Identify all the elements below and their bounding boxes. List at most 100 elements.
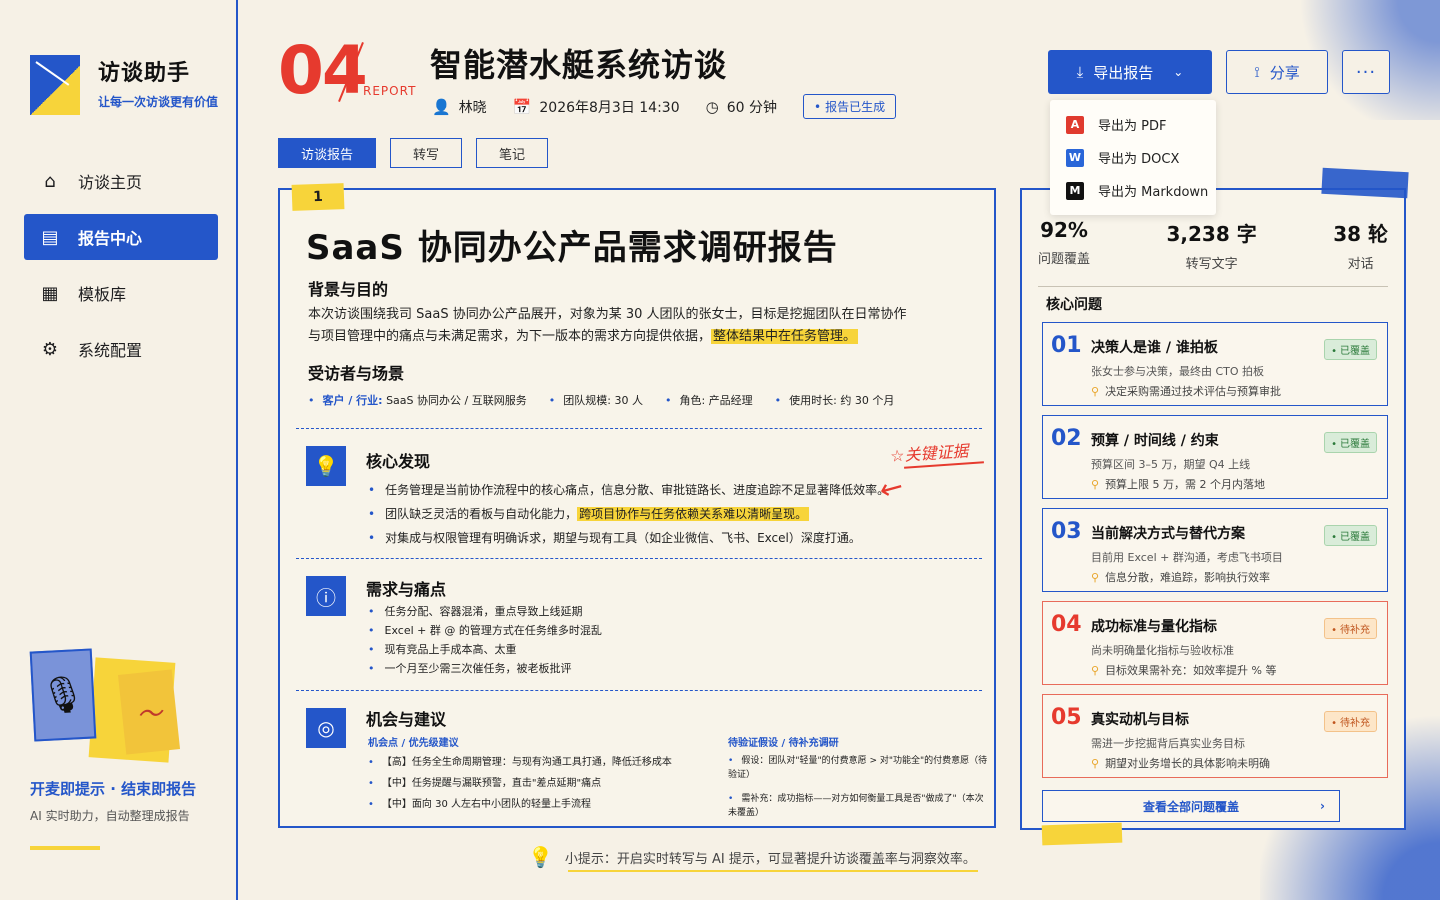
- scene-key: 团队规模:: [563, 394, 611, 407]
- interviewer-name: 林晓: [458, 99, 487, 116]
- question-card[interactable]: 05 真实动机与目标 需进一步挖掘背后真实业务目标 ⚲ 期望对业务增长的具体影响未…: [1042, 694, 1388, 778]
- docx-icon: W: [1066, 148, 1084, 167]
- sidebar-item-label: 报告中心: [78, 229, 143, 248]
- list-item: 现有竞品上手成本高、太重: [368, 640, 602, 659]
- alert-icon: ⓘ: [306, 576, 346, 616]
- export-label: 导出报告: [1093, 63, 1154, 82]
- scene-value: 30 人: [614, 394, 643, 407]
- opportunities-left-label: 机会点 / 优先级建议: [368, 738, 459, 749]
- microphone-icon: 🎙: [29, 648, 97, 742]
- tape-decoration: [1321, 167, 1409, 199]
- export-markdown-item[interactable]: M 导出为 Markdown: [1050, 174, 1216, 207]
- status-badge: 待补充: [1324, 711, 1377, 732]
- stat-value: 38 轮: [1333, 222, 1388, 246]
- question-evidence: ⚲ 预算上限 5 万，需 2 个月内落地: [1091, 476, 1265, 492]
- list-item-text: 团队缺乏灵活的看板与自动化能力，: [385, 507, 578, 521]
- app-name: 访谈助手: [98, 61, 191, 86]
- question-number: 02: [1051, 426, 1082, 451]
- export-pdf-item[interactable]: A 导出为 PDF: [1050, 108, 1216, 141]
- stats-row: 92% 问题覆盖 3,238 字 转写文字 38 轮 对话: [1038, 218, 1388, 287]
- question-card[interactable]: 01 决策人是谁 / 谁拍板 张女士参与决策，最终由 CTO 拍板 ⚲ 决定采购需…: [1042, 322, 1388, 406]
- more-options-button[interactable]: ···: [1342, 50, 1390, 94]
- sidebar-item-templates[interactable]: ▦ 模板库: [24, 270, 218, 316]
- lightbulb-icon: 💡: [528, 845, 553, 869]
- calendar-icon: 📅: [512, 97, 532, 116]
- scene-key: 角色:: [679, 394, 706, 407]
- share-button[interactable]: ⟟ 分享: [1226, 50, 1328, 94]
- tab-notes[interactable]: 笔记: [476, 138, 549, 168]
- interview-duration: ◷ 60 分钟: [706, 97, 777, 117]
- scene-value: SaaS 协同办公 / 互联网服务: [386, 394, 527, 407]
- tip-underline: [568, 870, 978, 872]
- background-text-line2: 与项目管理中的痛点与未满足需求，为下一版本的需求方向提供依据，: [308, 329, 712, 344]
- question-card[interactable]: 02 预算 / 时间线 / 约束 预算区间 3–5 万，期望 Q4 上线 ⚲ 预算…: [1042, 415, 1388, 499]
- stat-turns: 38 轮 对话: [1333, 218, 1388, 272]
- section-divider: [296, 558, 982, 559]
- menu-item-label: 导出为 DOCX: [1098, 152, 1180, 167]
- app-logo[interactable]: 访谈助手 让每一次访谈更有价值: [30, 55, 218, 115]
- needs-heading: 需求与痛点: [366, 580, 447, 599]
- status-badge: 已覆盖: [1324, 525, 1377, 546]
- stat-label: 对话: [1347, 257, 1374, 272]
- opportunities-list: 【高】任务全生命周期管理：与现有沟通工具打通，降低迁移成本 【中】任务提醒与漏联…: [368, 752, 672, 815]
- list-item: 一个月至少需三次催任务，被老板批评: [368, 659, 602, 678]
- core-questions-heading: 核心问题: [1046, 297, 1102, 313]
- tab-transcript[interactable]: 转写: [390, 138, 463, 168]
- scene-value: 约 30 个月: [840, 394, 895, 407]
- home-icon: ⌂: [44, 170, 56, 192]
- question-desc: 尚未明确量化指标与验收标准: [1091, 644, 1234, 657]
- list-item: Excel + 群 @ 的管理方式在任务维多时混乱: [368, 621, 602, 640]
- question-number: 05: [1051, 705, 1082, 730]
- export-docx-item[interactable]: W 导出为 DOCX: [1050, 141, 1216, 174]
- sidebar-item-settings[interactable]: ⚙ 系统配置: [24, 326, 218, 372]
- question-number: 04: [1051, 612, 1082, 637]
- pin-icon: ⚲: [1091, 478, 1100, 491]
- sidebar-item-label: 系统配置: [78, 341, 143, 360]
- scene-key: 客户 / 行业:: [322, 394, 383, 407]
- list-item: 任务分配、容器混淆，重点导致上线延期: [368, 602, 602, 621]
- sidebar-item-reports[interactable]: ▤ 报告中心: [24, 214, 218, 260]
- question-evidence: ⚲ 决定采购需通过技术评估与预算审批: [1091, 383, 1281, 399]
- question-desc: 需进一步挖掘背后真实业务目标: [1091, 737, 1245, 750]
- export-report-button[interactable]: ⤓ 导出报告 ⌄: [1048, 50, 1212, 94]
- question-title: 真实动机与目标: [1091, 712, 1189, 728]
- background-text: 本次访谈围绕我司 SaaS 协同办公产品展开，对象为某 30 人团队的张女士，目…: [308, 304, 948, 348]
- status-badge: 报告已生成: [802, 94, 897, 119]
- sidebar: 访谈助手 让每一次访谈更有价值 ⌂ 访谈主页 ▤ 报告中心 ▦ 模板库 ⚙ 系统…: [0, 0, 238, 900]
- promo-title: 开麦即提示 · 结束即报告: [30, 780, 197, 798]
- tape-decoration: [1041, 822, 1123, 846]
- list-item: 需补充：成功指标——对方如何衡量工具是否"做成了"（本次未覆盖）: [728, 792, 990, 820]
- question-desc: 目前用 Excel + 群沟通，考虑飞书项目: [1091, 551, 1283, 564]
- gear-icon: ⚙: [41, 338, 59, 360]
- stat-coverage: 92% 问题覆盖: [1038, 218, 1090, 272]
- list-item: 任务管理是当前协作流程中的核心痛点，信息分散、审批链路长、进度追踪不足显著降低效…: [368, 478, 889, 502]
- hypotheses-list: 假设：团队对"轻量"的付费意愿 > 对"功能全"的付费意愿（待验证） 需补充：成…: [728, 754, 990, 820]
- evidence-text: 期望对业务增长的具体影响未明确: [1105, 757, 1271, 770]
- evidence-text: 决定采购需通过技术评估与预算审批: [1105, 385, 1282, 398]
- question-card[interactable]: 04 成功标准与量化指标 尚未明确量化指标与验收标准 ⚲ 目标效果需补充：如效率提…: [1042, 601, 1388, 685]
- evidence-text: 目标效果需补充：如效率提升 % 等: [1105, 664, 1277, 677]
- tab-report[interactable]: 访谈报告: [278, 138, 377, 168]
- stat-label: 转写文字: [1185, 257, 1238, 272]
- question-desc: 预算区间 3–5 万，期望 Q4 上线: [1091, 458, 1251, 471]
- chevron-down-icon: ⌄: [1173, 65, 1184, 79]
- document-icon: ▤: [41, 226, 59, 248]
- promo-illustration: 🎙 ～: [29, 648, 220, 770]
- sidebar-item-home[interactable]: ⌂ 访谈主页: [24, 158, 218, 204]
- share-label: 分享: [1269, 63, 1300, 82]
- background-text-line1: 本次访谈围绕我司 SaaS 协同办公产品展开，对象为某 30 人团队的张女士，目…: [308, 307, 907, 322]
- status-badge: 已覆盖: [1324, 339, 1377, 360]
- pin-icon: ⚲: [1091, 571, 1100, 584]
- question-title: 决策人是谁 / 谁拍板: [1091, 340, 1218, 356]
- question-card[interactable]: 03 当前解决方式与替代方案 目前用 Excel + 群沟通，考虑飞书项目 ⚲ 信…: [1042, 508, 1388, 592]
- question-evidence: ⚲ 信息分散，难追踪，影响执行效率: [1091, 569, 1270, 585]
- scene-item-industry: 客户 / 行业: SaaS 协同办公 / 互联网服务: [308, 392, 527, 408]
- view-all-coverage-button[interactable]: 查看全部问题覆盖 ›: [1042, 790, 1340, 822]
- page-flag: 1: [291, 183, 345, 211]
- scene-value: 产品经理: [708, 394, 753, 407]
- menu-item-label: 导出为 Markdown: [1098, 185, 1209, 200]
- scene-item-usage: 使用时长: 约 30 个月: [775, 392, 895, 408]
- lightbulb-icon: 💡: [306, 446, 346, 486]
- list-item: 假设：团队对"轻量"的付费意愿 > 对"功能全"的付费意愿（待验证）: [728, 754, 990, 782]
- clock-icon: ◷: [705, 97, 719, 116]
